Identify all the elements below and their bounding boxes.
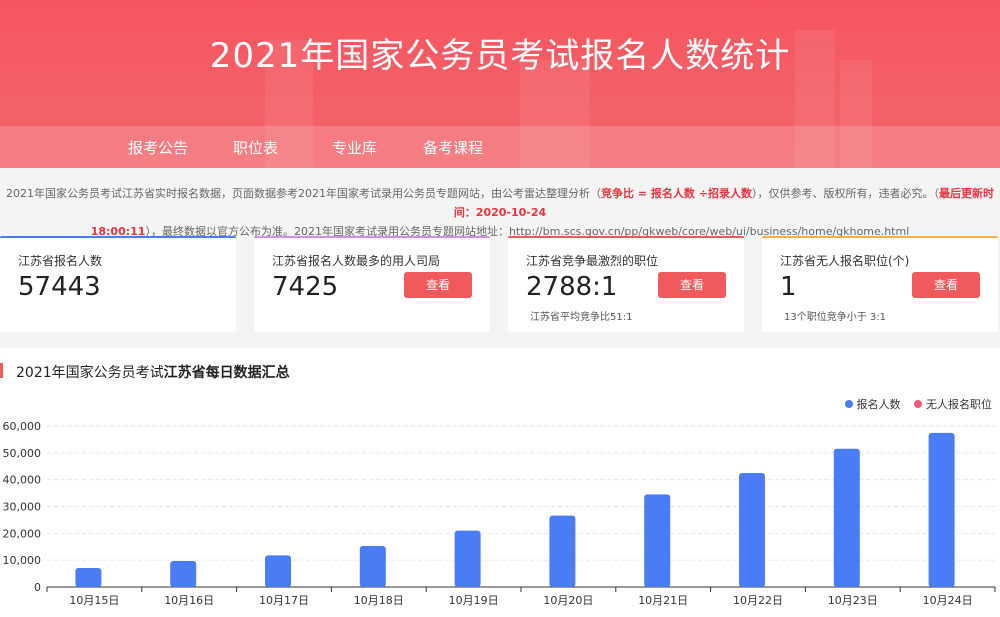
stat-card-total: 江苏省报名人数 57443 bbox=[0, 236, 236, 332]
card-value: 7425 bbox=[272, 272, 339, 302]
y-tick-label: 50,000 bbox=[3, 447, 42, 460]
card-label: 江苏省无人报名职位(个) bbox=[780, 254, 910, 268]
top-nav: 报考公告 职位表 专业库 备考课程 bbox=[0, 126, 1000, 168]
card-value: 1 bbox=[780, 272, 797, 302]
x-tick-label: 10月16日 bbox=[164, 594, 214, 607]
stat-card-competition: 江苏省竞争最激烈的职位 2788:1 查看 江苏省平均竞争比51:1 bbox=[508, 236, 744, 332]
card-top-bar bbox=[762, 236, 998, 238]
x-tick-label: 10月19日 bbox=[449, 594, 499, 607]
bar-applicants[interactable] bbox=[454, 530, 481, 587]
card-label: 江苏省报名人数最多的用人司局 bbox=[272, 254, 441, 268]
nav-item-announcement[interactable]: 报考公告 bbox=[128, 137, 188, 158]
view-button[interactable]: 查看 bbox=[912, 272, 980, 298]
card-top-bar bbox=[508, 236, 744, 238]
notice-text: 2021年国家公务员考试江苏省实时报名数据，页面数据参考2021年国家考试录用公… bbox=[0, 184, 1000, 241]
card-label: 江苏省报名人数 bbox=[18, 254, 103, 268]
bar-applicants[interactable] bbox=[549, 515, 576, 587]
view-button[interactable]: 查看 bbox=[658, 272, 726, 298]
bar-applicants[interactable] bbox=[644, 494, 671, 587]
x-tick-label: 10月15日 bbox=[69, 594, 119, 607]
x-tick-label: 10月24日 bbox=[923, 594, 973, 607]
x-tick-label: 10月21日 bbox=[638, 594, 688, 607]
y-tick-label: 20,000 bbox=[3, 527, 42, 540]
card-subtext: 江苏省平均竞争比51:1 bbox=[530, 312, 633, 323]
header-banner: 2021年国家公务员考试报名人数统计 报考公告 职位表 专业库 备考课程 bbox=[0, 0, 1000, 168]
nav-item-courses[interactable]: 备考课程 bbox=[423, 137, 483, 158]
nav-item-major-library[interactable]: 专业库 bbox=[332, 137, 377, 158]
view-button[interactable]: 查看 bbox=[404, 272, 472, 298]
bar-applicants[interactable] bbox=[833, 448, 860, 587]
notice-formula: 竞争比 = 报名人数 ÷招录人数 bbox=[601, 187, 752, 200]
card-top-bar bbox=[0, 236, 236, 238]
card-value: 2788:1 bbox=[526, 272, 618, 302]
y-tick-label: 60,000 bbox=[3, 420, 42, 433]
y-tick-label: 30,000 bbox=[3, 501, 42, 514]
card-value: 57443 bbox=[18, 272, 101, 302]
stat-card-top-bureau: 江苏省报名人数最多的用人司局 7425 查看 bbox=[254, 236, 490, 332]
y-tick-label: 40,000 bbox=[3, 474, 42, 487]
x-tick-label: 10月20日 bbox=[543, 594, 593, 607]
bar-chart: 0 10,000 20,000 30,000 40,000 50,000 60,000 10月… bbox=[3, 420, 996, 607]
page-title: 2021年国家公务员考试报名人数统计 bbox=[209, 36, 791, 76]
card-top-bar bbox=[254, 236, 490, 238]
card-label: 江苏省竞争最激烈的职位 bbox=[526, 254, 659, 268]
y-tick-label: 10,000 bbox=[3, 554, 42, 567]
bar-applicants[interactable] bbox=[265, 555, 291, 587]
x-tick-label: 10月17日 bbox=[259, 594, 309, 607]
notice-part: 2021年国家公务员考试江苏省实时报名数据，页面数据参考2021年国家考试录用公… bbox=[6, 187, 602, 200]
x-tick-label: 10月23日 bbox=[828, 594, 878, 607]
daily-summary-panel: 2021年国家公务员考试江苏省每日数据汇总 报名人数 无人报名职位 0 10,00… bbox=[0, 348, 1000, 617]
x-tick-label: 10月22日 bbox=[733, 594, 783, 607]
bar-applicants[interactable] bbox=[359, 545, 386, 587]
bar-applicants[interactable] bbox=[928, 432, 955, 587]
bar-applicants[interactable] bbox=[170, 560, 197, 587]
y-tick-label: 0 bbox=[34, 581, 41, 594]
bar-applicants[interactable] bbox=[739, 472, 765, 587]
nav-item-position-table[interactable]: 职位表 bbox=[233, 137, 278, 158]
stat-card-no-applicant: 江苏省无人报名职位(个) 1 查看 13个职位竞争小于 3:1 bbox=[762, 236, 998, 332]
bar-applicants[interactable] bbox=[75, 567, 102, 587]
x-tick-label: 10月18日 bbox=[354, 594, 404, 607]
card-subtext: 13个职位竞争小于 3:1 bbox=[784, 312, 886, 323]
notice-part: ），仅供参考、版权所有，违者必究。（ bbox=[751, 187, 939, 200]
